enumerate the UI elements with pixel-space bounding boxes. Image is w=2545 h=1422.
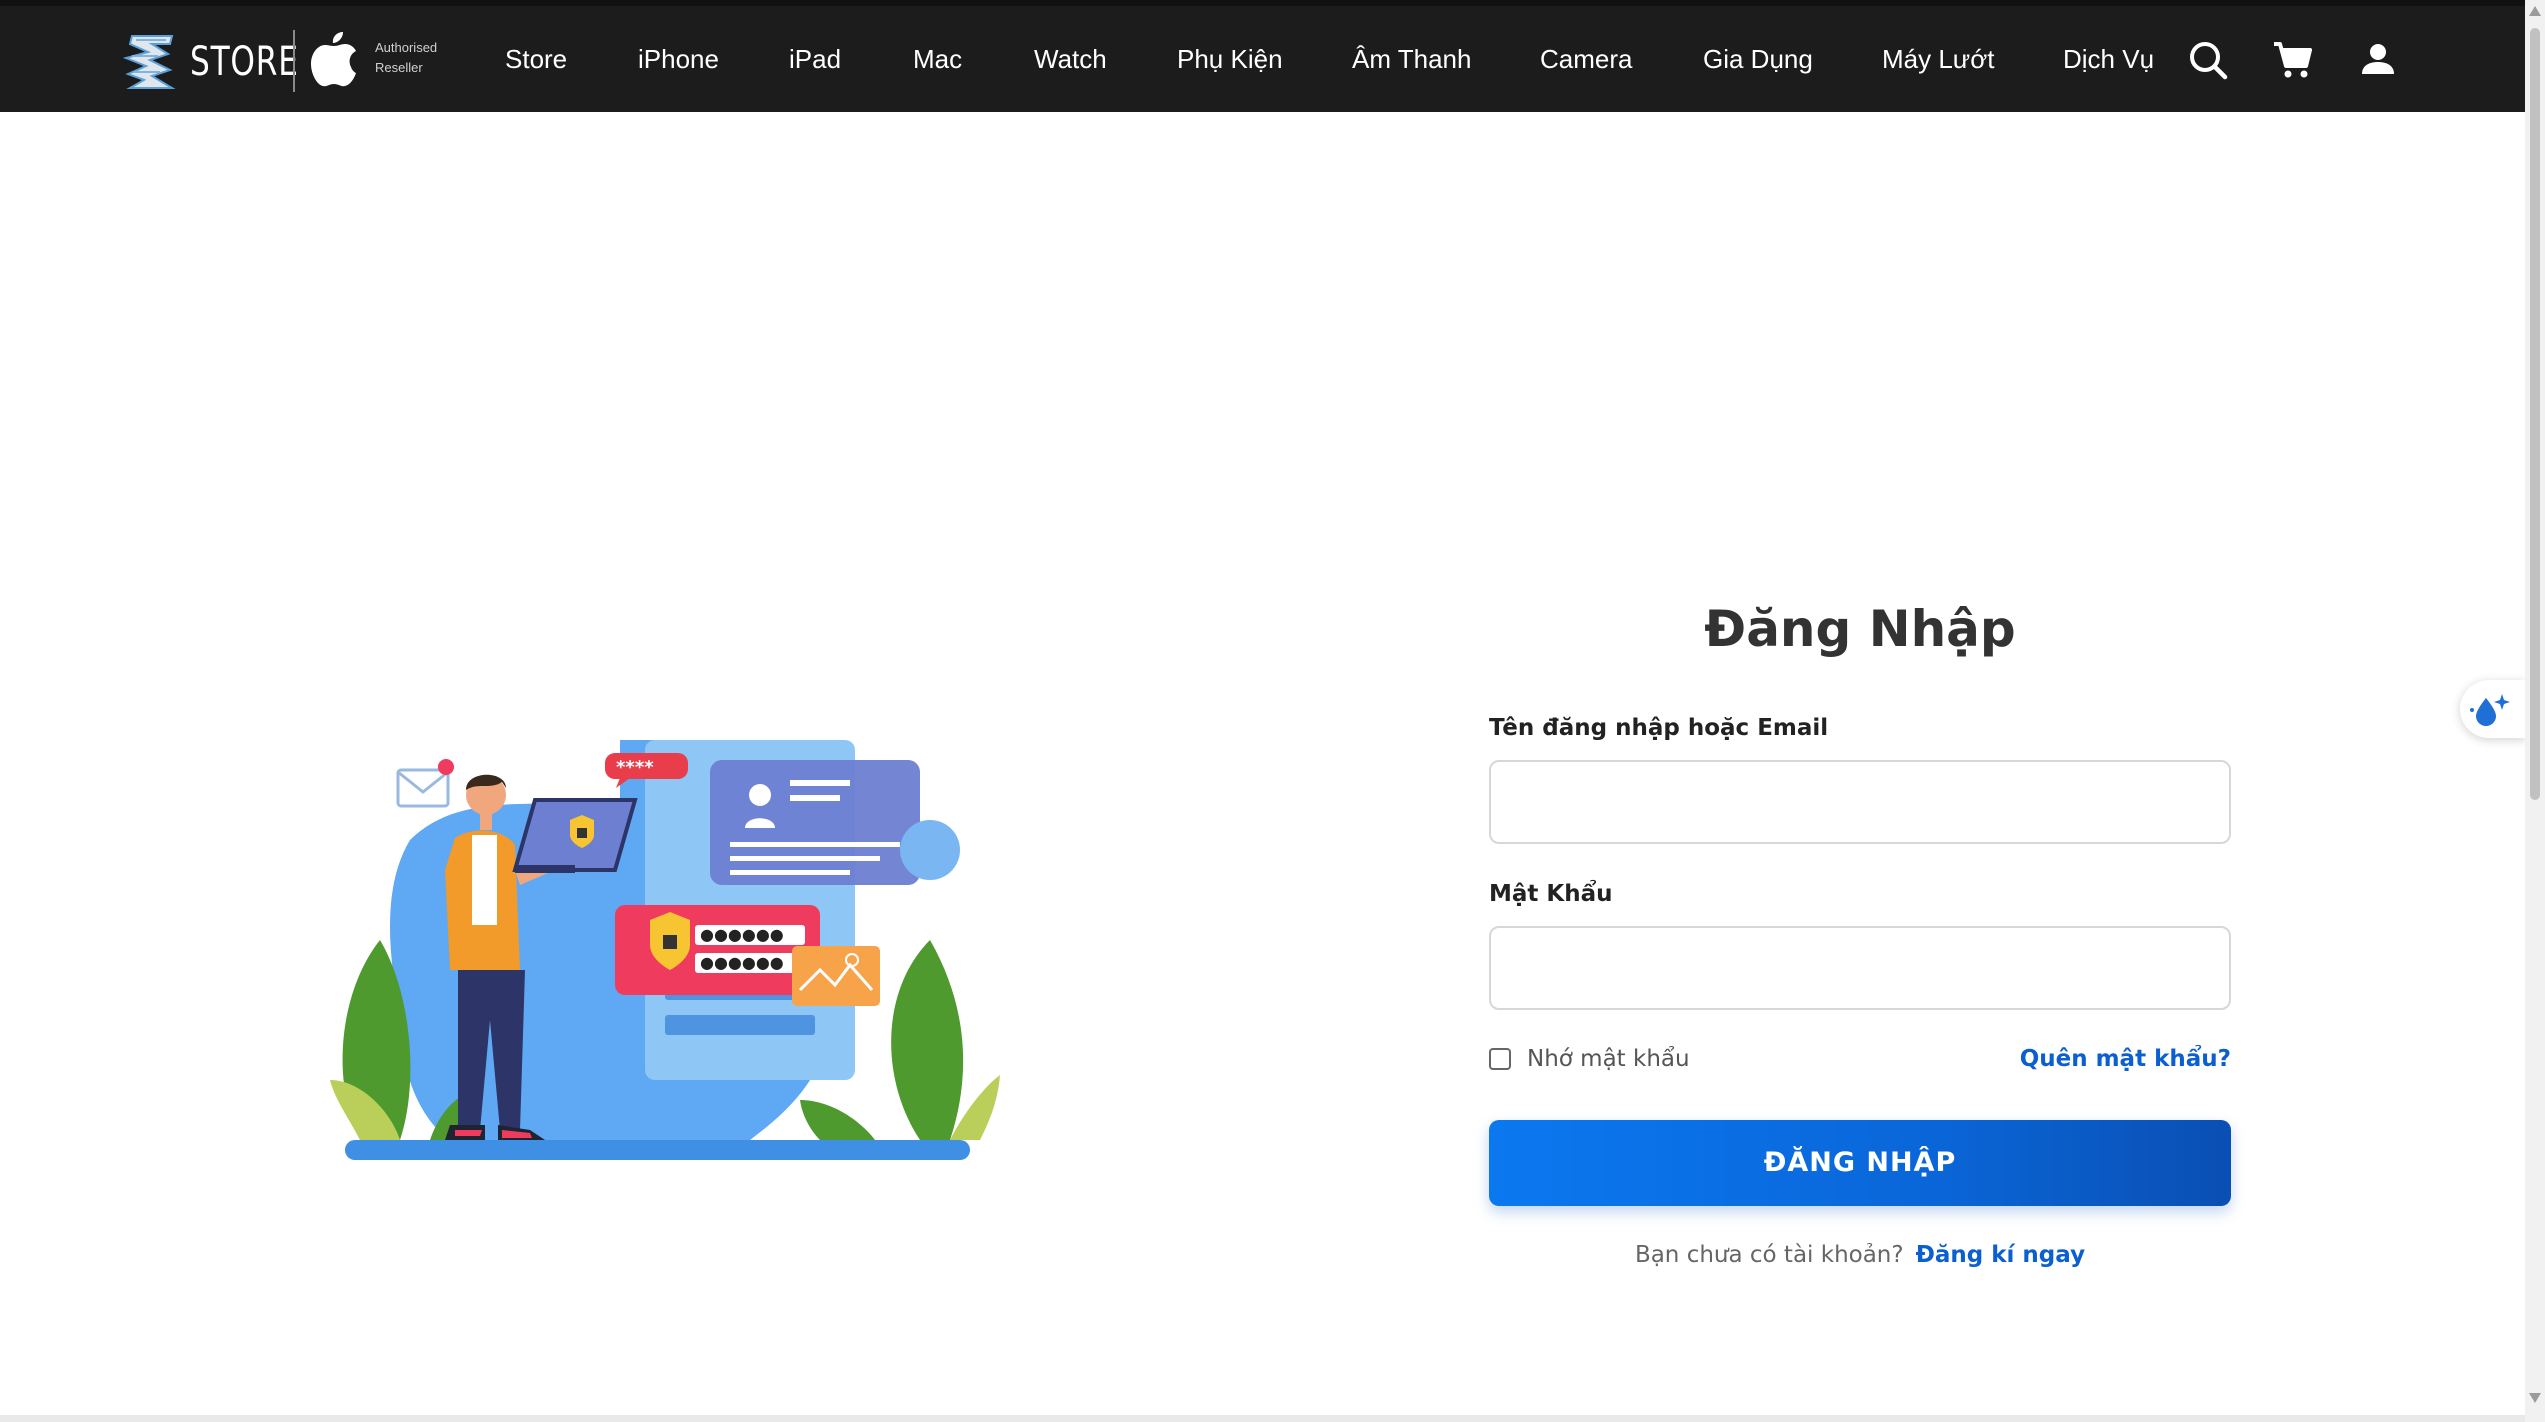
- nav-item-watch[interactable]: Watch: [1034, 42, 1107, 76]
- username-input[interactable]: [1489, 760, 2231, 844]
- apple-logo-icon: [311, 32, 356, 87]
- scroll-down-arrow-icon[interactable]: [2529, 1393, 2541, 1403]
- login-submit-button[interactable]: ĐĂNG NHẬP: [1489, 1120, 2231, 1206]
- authorised-reseller-text: Authorised Reseller: [375, 38, 437, 78]
- signup-question: Bạn chưa có tài khoản?: [1634, 1242, 1904, 1268]
- cart-icon[interactable]: [2270, 38, 2314, 82]
- scrollbar-thumb[interactable]: [2530, 28, 2540, 800]
- username-label: Tên đăng nhập hoặc Email: [1489, 715, 1829, 741]
- nav-item-mac[interactable]: Mac: [913, 42, 962, 76]
- nav-item-may-luot[interactable]: Máy Lướt: [1882, 42, 1994, 76]
- signup-prompt: Bạn chưa có tài khoản? Đăng kí ngay: [1489, 1242, 2231, 1268]
- login-title: Đăng Nhập: [1704, 600, 2016, 658]
- remember-password-checkbox[interactable]: [1489, 1048, 1511, 1070]
- search-icon[interactable]: [2186, 38, 2230, 82]
- nav-item-gia-dung[interactable]: Gia Dụng: [1703, 42, 1813, 76]
- password-input[interactable]: [1489, 926, 2231, 1010]
- nav-item-store[interactable]: Store: [505, 42, 567, 76]
- remember-password[interactable]: Nhớ mật khẩu: [1489, 1046, 1690, 1072]
- remember-password-label[interactable]: Nhớ mật khẩu: [1527, 1046, 1690, 1072]
- nav-item-iphone[interactable]: iPhone: [638, 42, 719, 76]
- scroll-up-arrow-icon[interactable]: [2529, 6, 2541, 16]
- top-navigation-bar: STORE Authorised Reseller Store iPhone i…: [0, 0, 2525, 112]
- logo-divider: [293, 30, 295, 92]
- nav-item-ipad[interactable]: iPad: [789, 42, 841, 76]
- store-wordmark: STORE: [190, 39, 299, 85]
- store-logo-mark-icon: [122, 35, 176, 89]
- svg-text:●●●●●●: ●●●●●●: [700, 953, 784, 972]
- login-security-illustration: ●●●●●● ●●●●●● ****: [330, 740, 1000, 1160]
- user-icon[interactable]: [2356, 38, 2400, 82]
- bottom-edge: [0, 1415, 2525, 1422]
- water-drop-sparkle-icon: [2470, 694, 2510, 726]
- authorised-reseller-badge: Authorised Reseller: [310, 24, 440, 94]
- password-badge-text: ****: [616, 757, 654, 778]
- floating-assistant-button[interactable]: [2460, 680, 2526, 738]
- store-logo[interactable]: STORE: [122, 22, 310, 102]
- signup-link[interactable]: Đăng kí ngay: [1916, 1242, 2085, 1268]
- nav-item-phu-kien[interactable]: Phụ Kiện: [1177, 42, 1283, 76]
- nav-item-dich-vu[interactable]: Dịch Vụ: [2063, 42, 2154, 76]
- nav-item-am-thanh[interactable]: Âm Thanh: [1352, 42, 1471, 76]
- svg-text:●●●●●●: ●●●●●●: [700, 925, 784, 944]
- vertical-scrollbar[interactable]: [2525, 0, 2545, 1422]
- forgot-password-link[interactable]: Quên mật khẩu?: [2000, 1046, 2231, 1072]
- nav-item-camera[interactable]: Camera: [1540, 42, 1632, 76]
- reseller-line-1: Authorised: [375, 40, 438, 55]
- password-label: Mật Khẩu: [1489, 881, 1613, 907]
- reseller-line-2: Reseller: [375, 60, 423, 75]
